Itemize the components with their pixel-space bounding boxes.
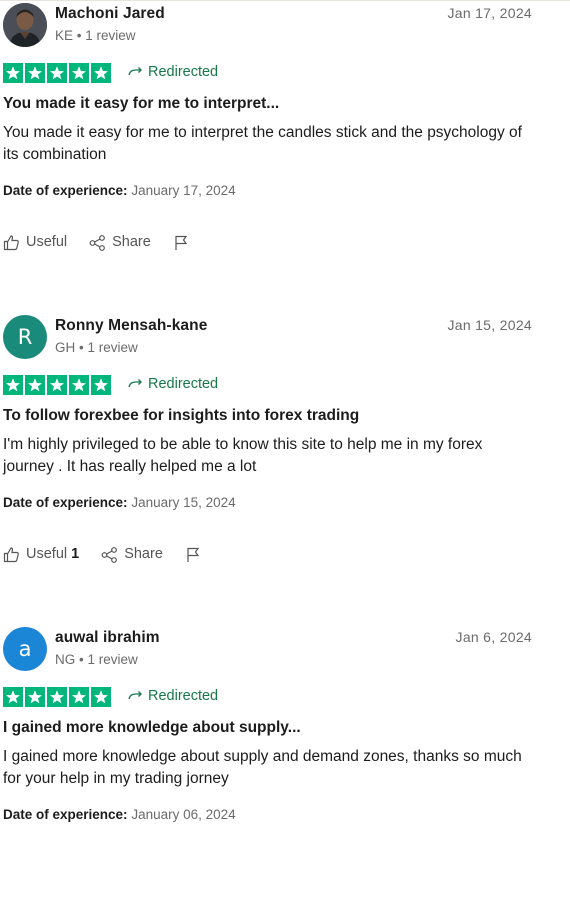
review-title[interactable]: To follow forexbee for insights into for… [3, 407, 359, 425]
star-icon [91, 375, 111, 395]
useful-button[interactable]: Useful 1 [3, 546, 79, 563]
reviewer-name[interactable]: auwal ibrahim [55, 629, 160, 647]
experience-date: January 06, 2024 [131, 807, 236, 822]
star-icon [25, 63, 45, 83]
share-icon [89, 234, 106, 251]
share-button[interactable]: Share [101, 546, 163, 563]
review-title[interactable]: I gained more knowledge about supply... [3, 719, 301, 737]
useful-count: 1 [71, 546, 80, 562]
reviewer-name[interactable]: Machoni Jared [55, 5, 165, 23]
report-button[interactable] [185, 546, 202, 563]
experience-date: January 17, 2024 [131, 183, 236, 198]
star-icon [3, 687, 23, 707]
star-icon [25, 375, 45, 395]
redirected-badge[interactable]: Redirected [128, 688, 218, 704]
review-card: R Ronny Mensah-kane GH • 1 review Jan 15… [0, 312, 570, 602]
share-label: Share [112, 234, 151, 250]
avatar[interactable] [3, 3, 47, 47]
review-date: Jan 15, 2024 [447, 317, 532, 333]
star-icon [69, 375, 89, 395]
star-rating [3, 375, 111, 395]
redirected-label: Redirected [148, 688, 219, 704]
redirect-arrow-icon [128, 67, 142, 76]
share-label: Share [124, 546, 163, 562]
avatar-initial: a [18, 637, 32, 661]
profile-photo [3, 3, 47, 47]
reviewer-country: KE [55, 28, 74, 43]
useful-label: Useful [26, 546, 68, 562]
redirected-badge[interactable]: Redirected [128, 64, 218, 80]
flag-icon [187, 547, 200, 562]
review-date: Jan 6, 2024 [455, 629, 532, 645]
redirect-arrow-icon [128, 379, 142, 388]
avatar[interactable]: a [3, 627, 47, 671]
experience-label: Date of experience: [3, 807, 128, 822]
review-body: I'm highly privileged to be able to know… [3, 436, 483, 475]
thumbs-up-icon [3, 546, 19, 562]
reviewer-country: NG [55, 652, 76, 667]
review-title[interactable]: You made it easy for me to interpret... [3, 95, 279, 113]
flag-icon [175, 235, 187, 250]
report-button[interactable] [173, 234, 190, 251]
review-card: Machoni Jared KE • 1 review Jan 17, 2024… [0, 0, 570, 290]
reviewer-review-count: 1 review [87, 340, 138, 355]
star-icon [69, 687, 89, 707]
thumbs-up-icon [3, 234, 19, 250]
reviewer-meta: GH • 1 review [55, 340, 138, 355]
reviewer-review-count: 1 review [87, 652, 138, 667]
reviewer-meta: NG • 1 review [55, 652, 138, 667]
star-rating [3, 63, 111, 83]
star-icon [3, 375, 23, 395]
star-icon [91, 687, 111, 707]
star-rating [3, 687, 111, 707]
review-card: a auwal ibrahim NG • 1 review Jan 6, 202… [0, 624, 570, 914]
star-icon [47, 687, 67, 707]
star-icon [3, 63, 23, 83]
avatar-initial: R [17, 325, 33, 349]
useful-label: Useful [26, 234, 68, 250]
share-button[interactable]: Share [89, 234, 151, 251]
reviewer-review-count: 1 review [85, 28, 136, 43]
star-icon [25, 687, 45, 707]
date-of-experience: Date of experience: January 17, 2024 [3, 183, 236, 198]
reviewer-meta: KE • 1 review [55, 28, 136, 43]
star-icon [47, 375, 67, 395]
star-icon [69, 63, 89, 83]
review-actions: Useful Share [3, 232, 212, 252]
experience-label: Date of experience: [3, 495, 128, 510]
avatar[interactable]: R [3, 315, 47, 359]
review-date: Jan 17, 2024 [447, 5, 532, 21]
experience-date: January 15, 2024 [131, 495, 236, 510]
redirected-badge[interactable]: Redirected [128, 376, 218, 392]
redirect-arrow-icon [128, 691, 142, 700]
review-body: I gained more knowledge about supply and… [3, 748, 522, 787]
date-of-experience: Date of experience: January 15, 2024 [3, 495, 236, 510]
reviewer-country: GH [55, 340, 76, 355]
review-actions: Useful 1 Share [3, 544, 224, 564]
useful-button[interactable]: Useful [3, 234, 67, 251]
review-body: You made it easy for me to interpret the… [3, 124, 522, 163]
reviewer-name[interactable]: Ronny Mensah-kane [55, 317, 207, 335]
share-icon [101, 546, 118, 563]
redirected-label: Redirected [148, 64, 219, 80]
redirected-label: Redirected [148, 376, 219, 392]
experience-label: Date of experience: [3, 183, 128, 198]
star-icon [47, 63, 67, 83]
star-icon [91, 63, 111, 83]
date-of-experience: Date of experience: January 06, 2024 [3, 807, 236, 822]
